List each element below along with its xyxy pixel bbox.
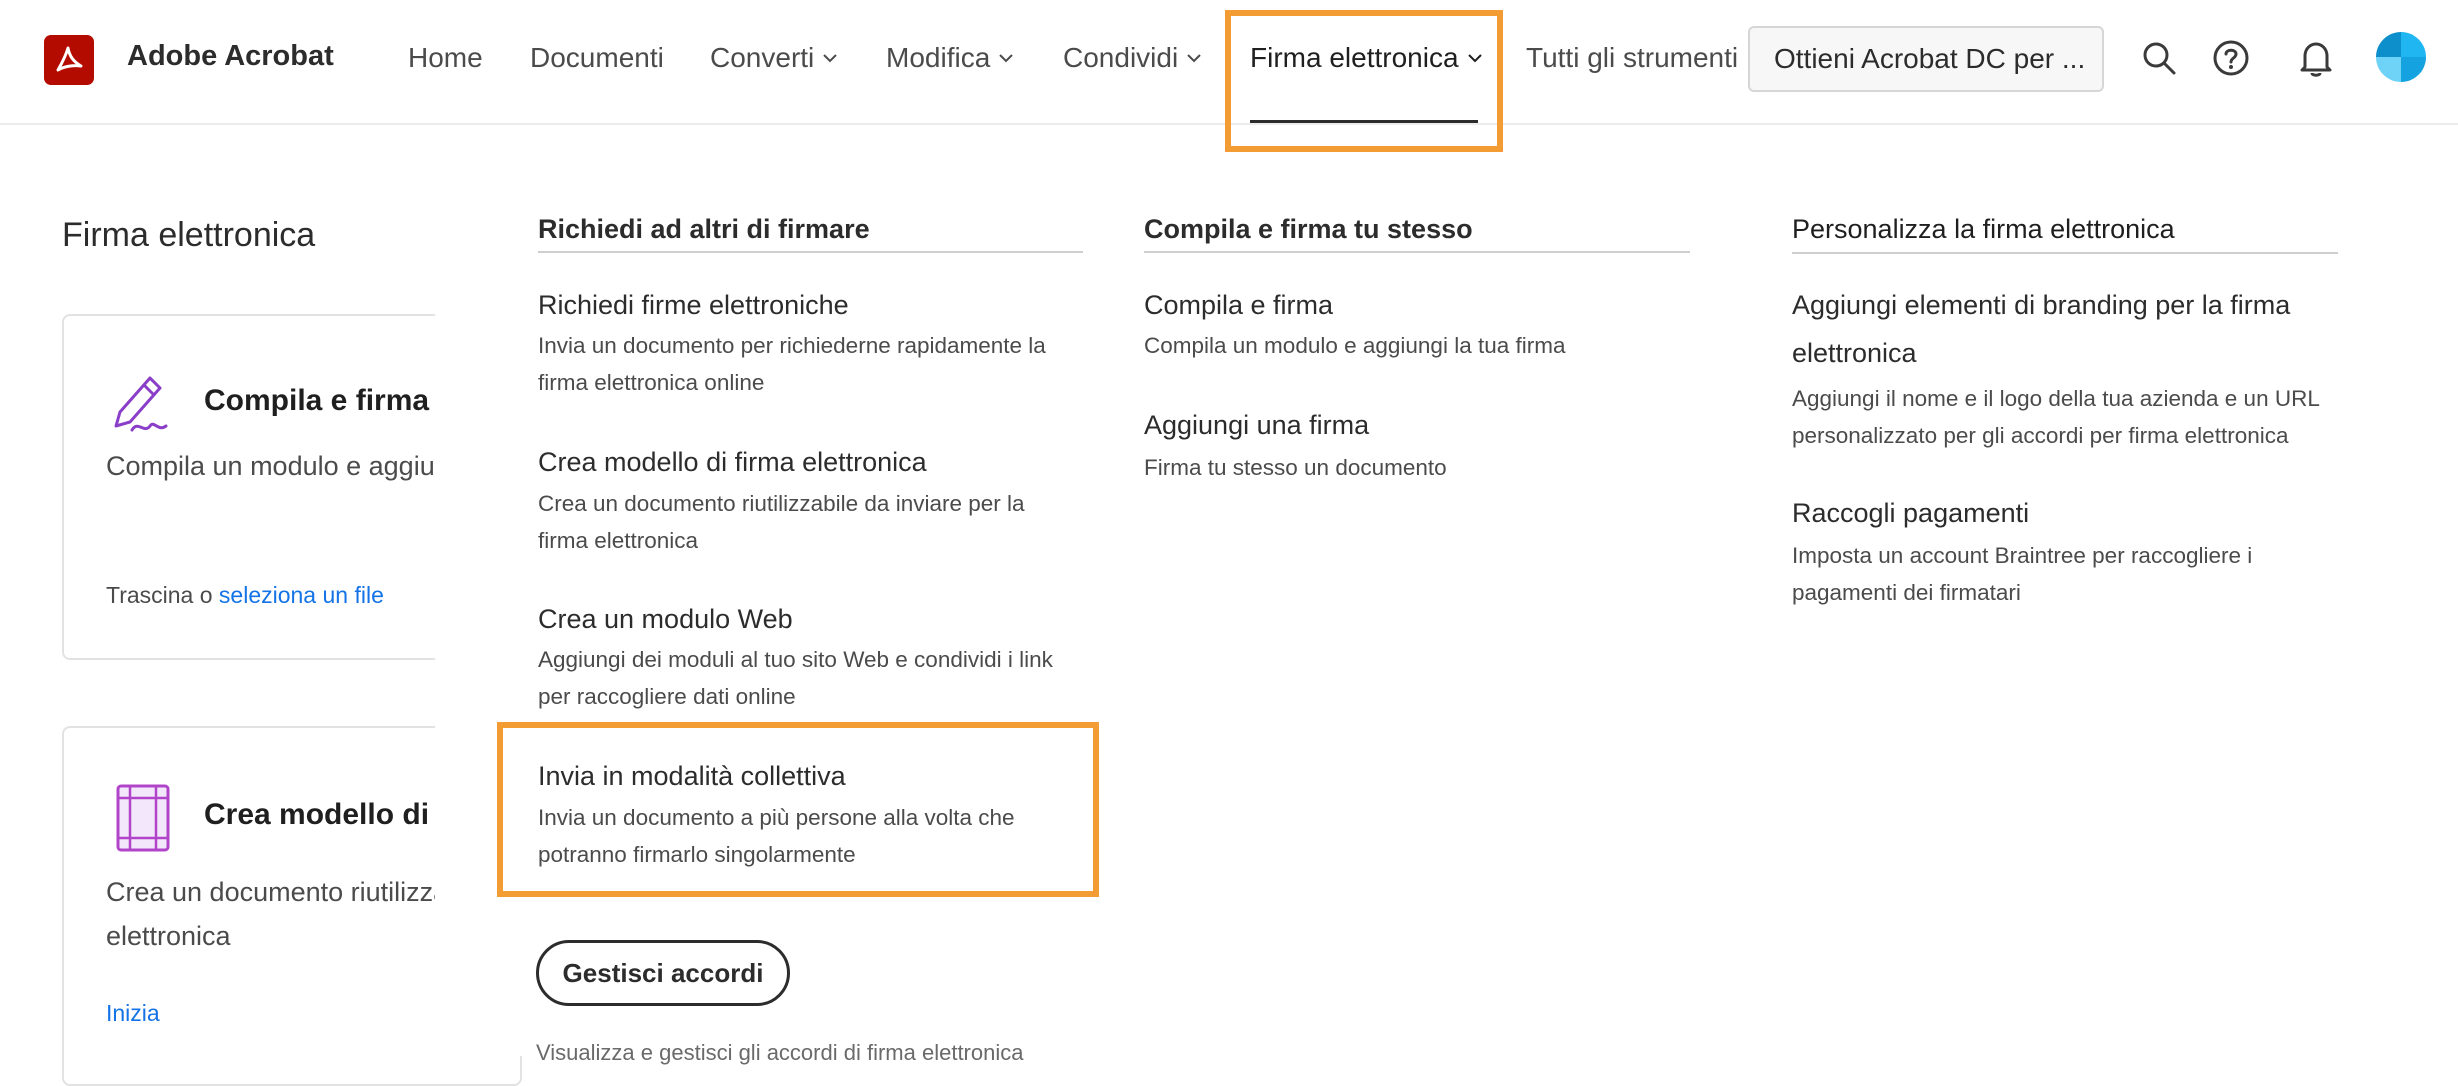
menu-item-title: Aggiungi una firma: [1144, 410, 1370, 440]
select-file-link[interactable]: seleziona un file: [219, 582, 384, 608]
get-acrobat-button[interactable]: Ottieni Acrobat DC per ...: [1748, 26, 2104, 92]
menu-item-desc: Aggiungi dei moduli al tuo sito Web e co…: [538, 647, 1053, 709]
menu-item-title: Crea un modulo Web: [538, 604, 793, 634]
search-icon[interactable]: [2139, 38, 2179, 78]
nav-modifica[interactable]: Modifica: [886, 42, 1014, 74]
dropdown-panel-edge: [435, 250, 535, 1056]
manage-agreements-label: Gestisci accordi: [562, 957, 764, 988]
nav-home[interactable]: Home: [408, 42, 483, 74]
nav-home-label: Home: [408, 42, 483, 73]
column-divider: [1792, 252, 2338, 254]
nav-modifica-label: Modifica: [886, 42, 991, 73]
menu-item-title: Compila e firma: [1144, 290, 1334, 320]
chevron-down-icon: [822, 53, 838, 63]
menu-item-desc: Invia un documento per richiederne rapid…: [538, 333, 1046, 395]
menu-item-desc: Crea un documento riutilizzabile da invi…: [538, 491, 1025, 553]
nav-documenti-label: Documenti: [530, 42, 664, 73]
page-title: Firma elettronica: [62, 216, 316, 254]
nav-tutti-label: Tutti gli strumenti: [1526, 42, 1739, 73]
acrobat-logo-icon[interactable]: [44, 35, 94, 85]
chevron-down-icon: [1186, 53, 1202, 63]
dropzone-prefix: Trascina o: [106, 582, 213, 608]
card-desc-line-2: elettronica: [106, 921, 231, 951]
chevron-down-icon: [998, 53, 1014, 63]
manage-agreements-button[interactable]: Gestisci accordi: [536, 940, 790, 1006]
menu-item-desc: Aggiungi il nome e il logo della tua azi…: [1792, 386, 2320, 448]
help-icon[interactable]: [2211, 38, 2251, 78]
pen-sign-icon: [104, 368, 174, 443]
nav-documenti[interactable]: Documenti: [530, 42, 664, 74]
app-name[interactable]: Adobe Acrobat: [127, 40, 334, 73]
get-acrobat-label: Ottieni Acrobat DC per ...: [1774, 43, 2086, 74]
start-link[interactable]: Inizia: [106, 1000, 160, 1027]
nav-converti[interactable]: Converti: [710, 42, 838, 74]
avatar[interactable]: [2376, 32, 2426, 82]
nav-tutti-gli-strumenti[interactable]: Tutti gli strumenti: [1526, 42, 1738, 74]
nav-converti-label: Converti: [710, 42, 815, 73]
cutoff-menu-item[interactable]: Visualizza e gestisci gli accordi di fir…: [536, 1040, 1023, 1066]
bell-icon[interactable]: [2296, 38, 2336, 78]
highlight-box-invia-collettiva: [497, 722, 1099, 897]
menu-item-title: Raccogli pagamenti: [1792, 498, 2030, 528]
menu-item-desc: Compila un modulo e aggiungi la tua firm…: [1144, 333, 1566, 358]
menu-item-title: Aggiungi elementi di branding per la fir…: [1792, 290, 2291, 368]
menu-item-title: Richiedi firme elettroniche: [538, 290, 849, 320]
column-heading-richiedi: Richiedi ad altri di firmare: [538, 214, 870, 244]
menu-item-desc: Imposta un account Braintree per raccogl…: [1792, 543, 2253, 605]
nav-condividi-label: Condividi: [1063, 42, 1179, 73]
column-heading-compila: Compila e firma tu stesso: [1144, 214, 1473, 244]
menu-item-desc: Firma tu stesso un documento: [1144, 455, 1447, 480]
template-icon: [114, 782, 174, 861]
card-title: Compila e firma: [204, 384, 430, 417]
card-dropzone-text: Trascina o seleziona un file: [106, 582, 384, 609]
highlight-box-nav: [1225, 10, 1503, 152]
column-divider: [1144, 251, 1690, 253]
column-divider: [538, 251, 1083, 253]
menu-item-title: Crea modello di firma elettronica: [538, 447, 927, 477]
column-heading-personalizza: Personalizza la firma elettronica: [1792, 214, 2175, 244]
nav-condividi[interactable]: Condividi: [1063, 42, 1202, 74]
